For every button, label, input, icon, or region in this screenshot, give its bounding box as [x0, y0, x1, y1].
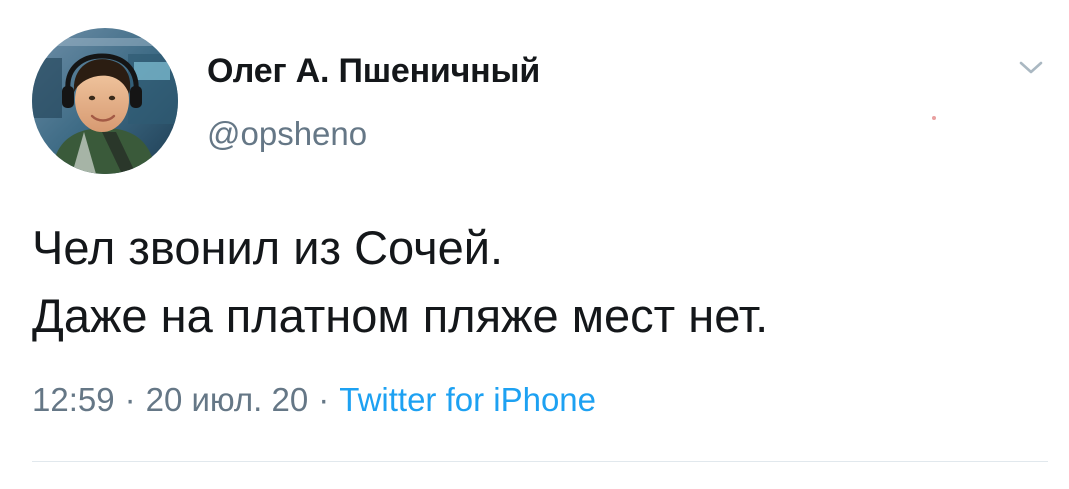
tweet-text-line: Чел звонил из Сочей. — [32, 221, 504, 274]
author-handle[interactable]: @opsheno — [207, 115, 367, 153]
tweet-date: 20 июл. 20 — [145, 381, 309, 418]
meta-separator: · — [318, 381, 330, 418]
meta-separator: · — [124, 381, 136, 418]
tweet: Олег А. Пшеничный @opsheno Чел звонил из… — [0, 0, 1069, 489]
tweet-text-line: Даже на платном пляже мест нет. — [32, 289, 769, 342]
avatar-image — [32, 28, 178, 174]
image-artifact-dot — [932, 116, 936, 120]
avatar[interactable] — [32, 28, 178, 174]
tweet-time: 12:59 — [32, 381, 115, 418]
author-display-name[interactable]: Олег А. Пшеничный — [207, 52, 540, 91]
tweet-text: Чел звонил из Сочей. Даже на платном пля… — [32, 214, 1042, 350]
divider — [32, 461, 1048, 462]
tweet-meta: 12:59 · 20 июл. 20 · Twitter for iPhone — [32, 381, 596, 419]
chevron-down-icon[interactable] — [1018, 58, 1044, 78]
tweet-source-link[interactable]: Twitter for iPhone — [339, 381, 596, 418]
